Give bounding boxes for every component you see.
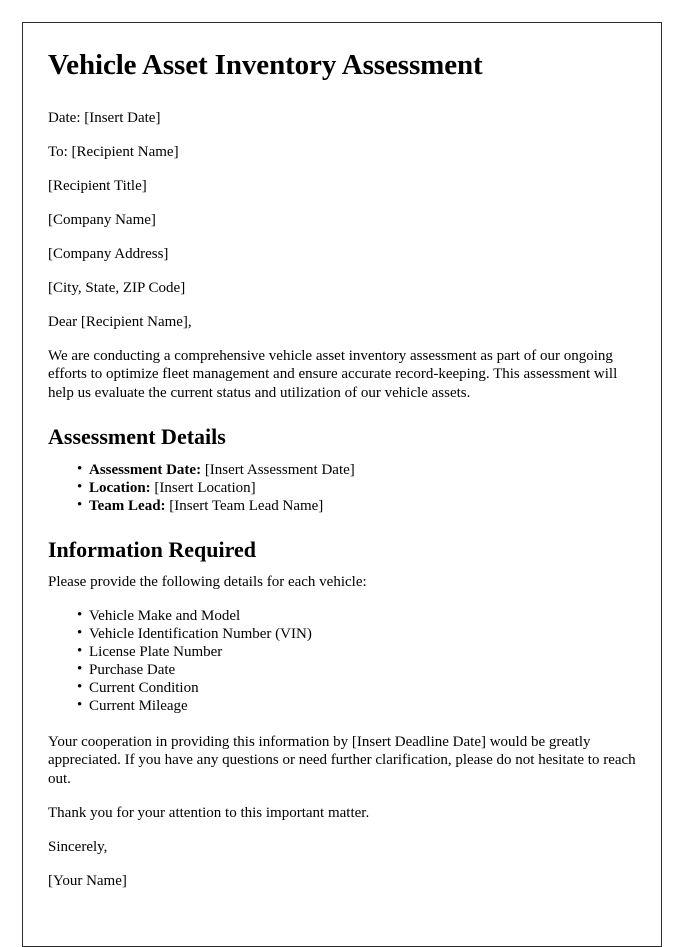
list-item: Team Lead: [Insert Team Lead Name] <box>77 496 636 515</box>
list-item: License Plate Number <box>77 642 636 661</box>
city-state-zip-line: [City, State, ZIP Code] <box>48 279 186 296</box>
list-item: Purchase Date <box>77 660 636 679</box>
intro-paragraph: We are conducting a comprehensive vehicl… <box>48 347 618 401</box>
information-required-intro: Please provide the following details for… <box>48 573 367 590</box>
document-body: Vehicle Asset Inventory Assessment Date:… <box>48 49 636 890</box>
assessment-details-heading: Assessment Details <box>48 424 226 450</box>
team-lead-label: Team Lead: <box>89 497 166 514</box>
information-required-list: Vehicle Make and Model Vehicle Identific… <box>48 606 636 715</box>
recipient-title-line: [Recipient Title] <box>48 177 147 194</box>
company-name-line: [Company Name] <box>48 211 156 228</box>
team-lead-value: [Insert Team Lead Name] <box>169 497 324 514</box>
list-item: Current Mileage <box>77 696 636 715</box>
list-item: Vehicle Make and Model <box>77 606 636 625</box>
page-title: Vehicle Asset Inventory Assessment <box>48 49 483 81</box>
assessment-details-list: Assessment Date: [Insert Assessment Date… <box>48 460 636 515</box>
list-item: Location: [Insert Location] <box>77 478 636 497</box>
salutation-line: Dear [Recipient Name], <box>48 313 192 330</box>
assessment-date-value: [Insert Assessment Date] <box>204 461 355 478</box>
thank-you-paragraph: Thank you for your attention to this imp… <box>48 805 370 822</box>
information-required-heading: Information Required <box>48 536 256 562</box>
signature-name-line: [Your Name] <box>48 873 127 890</box>
location-label: Location: <box>89 479 151 496</box>
sign-off-line: Sincerely, <box>48 839 108 856</box>
closing-paragraph: Your cooperation in providing this infor… <box>48 733 636 787</box>
document-page: Vehicle Asset Inventory Assessment Date:… <box>22 22 662 947</box>
list-item: Current Condition <box>77 678 636 697</box>
assessment-date-label: Assessment Date: <box>89 461 202 478</box>
recipient-name-line: To: [Recipient Name] <box>48 143 179 160</box>
list-item: Assessment Date: [Insert Assessment Date… <box>77 460 636 479</box>
location-value: [Insert Location] <box>154 479 256 496</box>
list-item: Vehicle Identification Number (VIN) <box>77 624 636 643</box>
company-address-line: [Company Address] <box>48 245 169 262</box>
date-line: Date: [Insert Date] <box>48 109 161 126</box>
